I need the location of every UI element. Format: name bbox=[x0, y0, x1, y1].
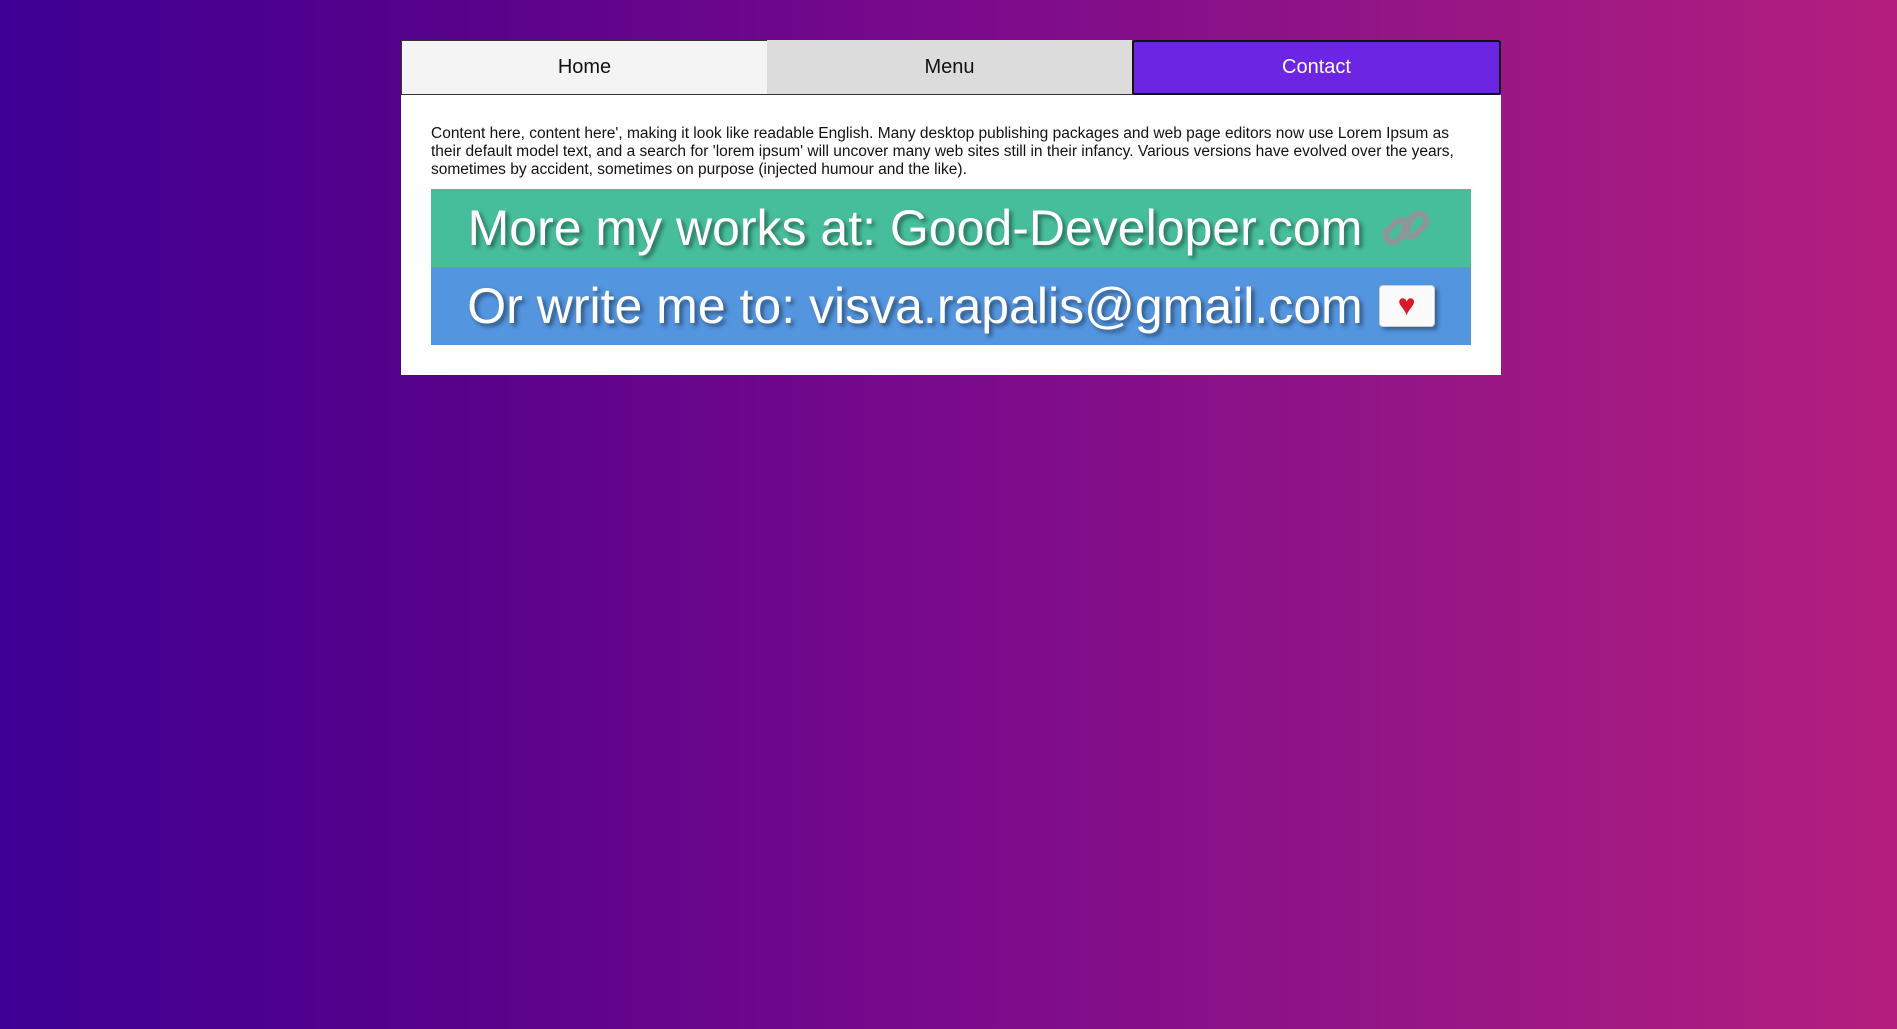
tab-contact-label: Contact bbox=[1282, 56, 1351, 78]
tab-home-label: Home bbox=[557, 56, 612, 78]
link-icon bbox=[1378, 200, 1434, 256]
works-link-banner[interactable]: More my works at: Good-Developer.com bbox=[431, 189, 1471, 267]
tab-home[interactable]: Home bbox=[401, 40, 767, 95]
email-banner[interactable]: Or write me to: visva.rapalis@gmail.com … bbox=[431, 267, 1471, 345]
works-link-text: More my works at: Good-Developer.com bbox=[467, 200, 1363, 256]
tab-contact[interactable]: Contact bbox=[1132, 40, 1501, 95]
tab-menu-label: Menu bbox=[924, 56, 975, 78]
contact-card: Home Menu Contact Content here, content … bbox=[401, 40, 1501, 375]
tab-menu[interactable]: Menu bbox=[767, 40, 1132, 95]
nav-tabs: Home Menu Contact bbox=[401, 40, 1501, 95]
email-text: Or write me to: visva.rapalis@gmail.com bbox=[467, 278, 1363, 334]
intro-paragraph: Content here, content here', making it l… bbox=[431, 125, 1454, 178]
contact-panel: Content here, content here', making it l… bbox=[401, 95, 1501, 375]
love-letter-icon: ♥ bbox=[1378, 285, 1435, 327]
